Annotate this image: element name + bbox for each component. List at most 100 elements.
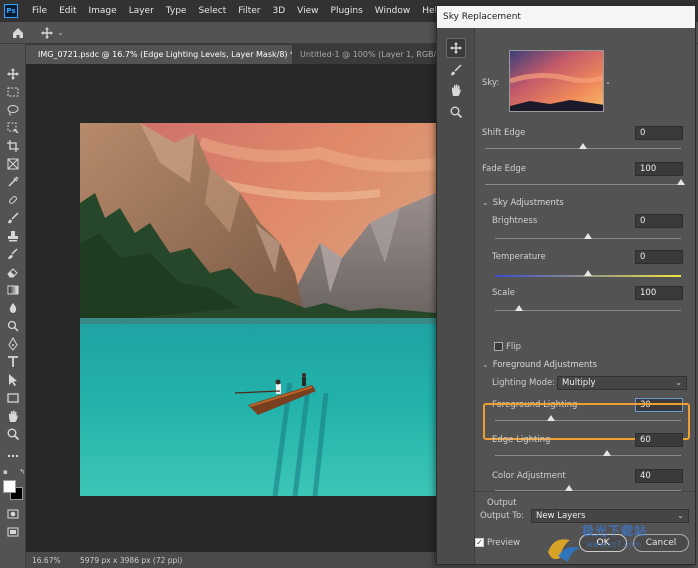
edge-lighting-label: Edge Lighting <box>492 435 551 445</box>
brightness-label: Brightness <box>492 216 538 226</box>
cancel-button[interactable]: Cancel <box>633 534 689 552</box>
status-bar: 16.67% 5979 px x 3986 px (72 ppi) <box>26 552 436 568</box>
dialog-settings: Sky: ⌄ Shift Edge 0 Fade Edge 100 ⌄ Sky A… <box>475 28 695 564</box>
sky-replacement-dialog: Sky Replacement Sky: ⌄ Shift Edge 0 Fade… <box>436 5 696 565</box>
lighting-mode-value: Multiply <box>562 378 596 388</box>
dodge-tool-icon[interactable] <box>5 318 21 334</box>
output-to-value: New Layers <box>536 511 586 521</box>
eraser-tool-icon[interactable] <box>5 264 21 280</box>
document-image[interactable] <box>80 123 436 496</box>
sky-preset-dropdown-icon[interactable]: ⌄ <box>605 78 611 86</box>
swap-colors-icon[interactable]: ▪ ↰ <box>3 468 25 476</box>
chevron-down-icon: ⌄ <box>482 360 489 369</box>
menu-select[interactable]: Select <box>192 6 232 16</box>
chevron-down-icon: ⌄ <box>57 28 64 37</box>
object-selection-tool-icon[interactable] <box>5 120 21 136</box>
zoom-tool-icon[interactable] <box>5 426 21 442</box>
fade-edge-slider-thumb[interactable] <box>677 179 685 185</box>
home-icon[interactable] <box>10 25 26 41</box>
frame-tool-icon[interactable] <box>5 156 21 172</box>
menu-plugins[interactable]: Plugins <box>325 6 369 16</box>
temperature-label: Temperature <box>492 252 546 262</box>
menu-layer[interactable]: Layer <box>123 6 160 16</box>
brightness-slider-thumb[interactable] <box>584 233 592 239</box>
zoom-level[interactable]: 16.67% <box>26 556 76 565</box>
shift-edge-slider-thumb[interactable] <box>579 143 587 149</box>
menu-image[interactable]: Image <box>83 6 123 16</box>
temperature-slider-thumb[interactable] <box>584 270 592 276</box>
sky-preset-thumbnail[interactable] <box>509 50 604 112</box>
output-to-select[interactable]: New Layers ⌄ <box>531 509 689 523</box>
quick-mask-icon[interactable] <box>5 506 21 522</box>
dialog-tools <box>437 28 475 564</box>
clone-stamp-tool-icon[interactable] <box>5 228 21 244</box>
output-to-label: Output To: <box>480 511 525 521</box>
hand-tool-icon[interactable] <box>446 80 466 100</box>
crop-tool-icon[interactable] <box>5 138 21 154</box>
edge-lighting-slider-thumb[interactable] <box>602 450 611 456</box>
preview-label: Preview <box>487 538 521 548</box>
fade-edge-slider-track[interactable] <box>485 184 681 185</box>
menu-file[interactable]: File <box>26 6 53 16</box>
move-tool-options[interactable]: ⌄ <box>40 26 64 40</box>
chevron-down-icon: ⌄ <box>482 198 489 207</box>
flip-label: Flip <box>506 342 522 352</box>
blur-tool-icon[interactable] <box>5 300 21 316</box>
scale-input[interactable]: 100 <box>635 286 683 300</box>
path-selection-tool-icon[interactable] <box>5 372 21 388</box>
document-size[interactable]: 5979 px x 3986 px (72 ppi) <box>76 556 182 565</box>
edge-lighting-slider-track[interactable] <box>495 455 681 456</box>
history-brush-tool-icon[interactable] <box>5 246 21 262</box>
menu-3d[interactable]: 3D <box>267 6 292 16</box>
temperature-input[interactable]: 0 <box>635 250 683 264</box>
chevron-down-icon: ⌄ <box>675 378 682 387</box>
edge-lighting-input[interactable]: 60 <box>635 433 683 447</box>
scale-slider-thumb[interactable] <box>515 305 524 311</box>
tab-img-0721[interactable]: IMG_0721.psdc @ 16.7% (Edge Lighting Lev… <box>26 45 292 64</box>
sky-label: Sky: <box>482 78 500 88</box>
pen-tool-icon[interactable] <box>5 336 21 352</box>
preview-checkbox[interactable]: ✓ <box>475 538 484 547</box>
sky-adjustments-title: Sky Adjustments <box>492 198 564 208</box>
menu-view[interactable]: View <box>291 6 324 16</box>
photoshop-logo-icon: Ps <box>4 4 18 18</box>
output-title: Output <box>487 498 517 508</box>
shift-edge-label: Shift Edge <box>482 128 526 138</box>
type-tool-icon[interactable] <box>5 354 21 370</box>
foreground-color-swatch[interactable] <box>3 480 16 493</box>
shift-edge-input[interactable]: 0 <box>635 126 683 140</box>
gradient-tool-icon[interactable] <box>5 282 21 298</box>
eyedropper-tool-icon[interactable] <box>5 174 21 190</box>
hand-tool-icon[interactable] <box>5 408 21 424</box>
sky-adjustments-header[interactable]: ⌄ Sky Adjustments <box>482 198 564 208</box>
marquee-tool-icon[interactable] <box>5 84 21 100</box>
dialog-title: Sky Replacement <box>437 6 695 28</box>
rectangle-tool-icon[interactable] <box>5 390 21 406</box>
menu-window[interactable]: Window <box>369 6 417 16</box>
color-adjustment-input[interactable]: 40 <box>635 469 683 483</box>
scale-label: Scale <box>492 288 515 298</box>
sky-brush-tool-icon[interactable] <box>446 60 466 80</box>
screen-mode-icon[interactable] <box>5 524 21 540</box>
healing-brush-tool-icon[interactable] <box>5 192 21 208</box>
brush-tool-icon[interactable] <box>5 210 21 226</box>
menu-type[interactable]: Type <box>160 6 193 16</box>
menu-edit[interactable]: Edit <box>53 6 82 16</box>
brightness-input[interactable]: 0 <box>635 214 683 228</box>
ok-button[interactable]: OK <box>579 534 627 552</box>
lasso-tool-icon[interactable] <box>5 102 21 118</box>
canvas-area[interactable] <box>26 64 436 552</box>
tab-untitled-1[interactable]: Untitled-1 @ 100% (Layer 1, RGB/8) <box>292 45 436 64</box>
sky-move-tool-icon[interactable] <box>446 38 466 58</box>
menu-filter[interactable]: Filter <box>232 6 266 16</box>
flip-checkbox[interactable] <box>494 342 503 351</box>
zoom-tool-icon[interactable] <box>446 102 466 122</box>
tab-label: IMG_0721.psdc @ 16.7% (Edge Lighting Lev… <box>38 50 292 59</box>
lighting-mode-select[interactable]: Multiply ⌄ <box>557 376 687 390</box>
move-tool-icon[interactable] <box>5 66 21 82</box>
foreground-adjustments-header[interactable]: ⌄ Foreground Adjustments <box>482 360 597 370</box>
fade-edge-input[interactable]: 100 <box>635 162 683 176</box>
more-tools-icon[interactable] <box>5 448 21 464</box>
tools-panel: ▪ ↰ <box>0 44 26 568</box>
output-divider <box>475 491 695 492</box>
